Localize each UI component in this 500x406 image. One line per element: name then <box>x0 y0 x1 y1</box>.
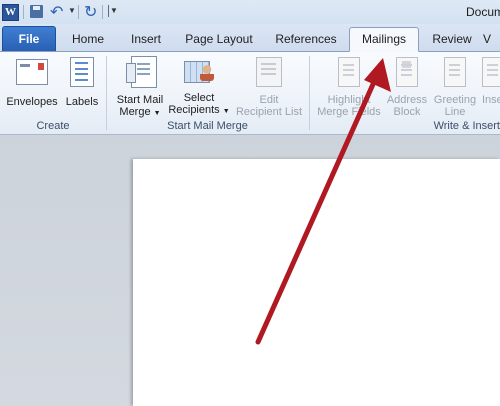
select-recipients-label-2: Recipients <box>168 104 220 116</box>
tab-references[interactable]: References <box>268 28 344 50</box>
labels-icon <box>70 57 94 87</box>
address-block-button[interactable]: Address Block <box>384 55 430 118</box>
edit-list-icon <box>256 57 282 87</box>
tab-home[interactable]: Home <box>62 28 114 50</box>
highlight-label-2: Merge Fields <box>317 106 381 118</box>
greeting-line-label-2: Line <box>444 106 466 118</box>
toolbar-separator <box>23 5 24 19</box>
highlight-label-1: Highlight <box>327 94 371 106</box>
greeting-line-button[interactable]: Greeting Line <box>430 55 480 118</box>
document-page[interactable] <box>133 159 500 406</box>
undo-icon[interactable]: ↶ <box>50 2 63 22</box>
address-block-label-2: Block <box>393 106 421 118</box>
group-label-create: Create <box>36 120 70 132</box>
tab-view[interactable]: V <box>483 28 500 50</box>
undo-dropdown-icon[interactable]: ▼ <box>68 6 76 15</box>
insert-field-label-1: Inse <box>482 94 500 106</box>
address-block-label-1: Address <box>386 94 428 106</box>
mail-merge-icon <box>126 56 157 88</box>
edit-recipient-list-button[interactable]: Edit Recipient List <box>233 55 305 118</box>
labels-label: Labels <box>65 96 99 108</box>
select-recipients-button[interactable]: Select Recipients ▼ <box>167 55 231 118</box>
ribbon-mailings: Envelopes Labels Create Start Mail Merge… <box>0 52 500 135</box>
start-mail-merge-label-1: Start Mail <box>116 94 164 106</box>
group-create: Envelopes Labels Create <box>0 52 106 134</box>
save-icon[interactable] <box>30 5 43 18</box>
start-mail-merge-label-2: Merge <box>119 106 151 118</box>
insert-field-icon <box>482 57 500 87</box>
labels-button[interactable]: Labels <box>62 55 102 108</box>
redo-icon[interactable]: ↻ <box>84 2 97 22</box>
quick-access-toolbar: W ↶ ▼ ↻ ▼ Docum <box>0 0 500 24</box>
address-block-icon <box>396 57 418 87</box>
envelope-icon <box>16 59 48 85</box>
customize-toolbar-icon[interactable]: ▼ <box>108 5 119 17</box>
edit-recipient-label-2: Recipient List <box>235 106 303 118</box>
toolbar-separator <box>102 5 103 19</box>
group-write-insert: Highlight Merge Fields Address Block Gre… <box>310 52 500 134</box>
highlight-fields-icon <box>338 57 360 87</box>
group-start-mail-merge: Start Mail Merge ▼ Select Recipients ▼ E… <box>107 52 308 134</box>
group-label-start-mail-merge: Start Mail Merge <box>167 120 248 132</box>
ribbon-tab-bar: File Home Insert Page Layout References … <box>0 24 500 52</box>
envelopes-button[interactable]: Envelopes <box>4 55 60 108</box>
chevron-down-icon: ▼ <box>222 108 230 115</box>
start-mail-merge-button[interactable]: Start Mail Merge ▼ <box>111 55 169 120</box>
window-title: Docum <box>466 5 500 19</box>
chevron-down-icon: ▼ <box>153 110 161 117</box>
recipients-icon <box>184 57 214 85</box>
greeting-line-label-1: Greeting <box>433 94 477 106</box>
tab-page-layout[interactable]: Page Layout <box>180 28 258 50</box>
envelopes-label: Envelopes <box>6 96 58 108</box>
document-workspace <box>0 135 500 406</box>
word-app-icon[interactable]: W <box>2 4 19 21</box>
tab-file[interactable]: File <box>2 26 56 51</box>
edit-recipient-label-1: Edit <box>259 94 279 106</box>
tab-insert[interactable]: Insert <box>120 28 172 50</box>
insert-merge-field-button[interactable]: Inse <box>482 55 500 106</box>
highlight-merge-fields-button[interactable]: Highlight Merge Fields <box>314 55 384 118</box>
toolbar-separator <box>78 5 79 19</box>
greeting-line-icon <box>444 57 466 87</box>
group-label-write-insert: Write & Insert <box>433 120 500 132</box>
tab-review[interactable]: Review <box>425 28 479 50</box>
tab-mailings[interactable]: Mailings <box>349 27 419 52</box>
select-recipients-label-1: Select <box>183 92 215 104</box>
